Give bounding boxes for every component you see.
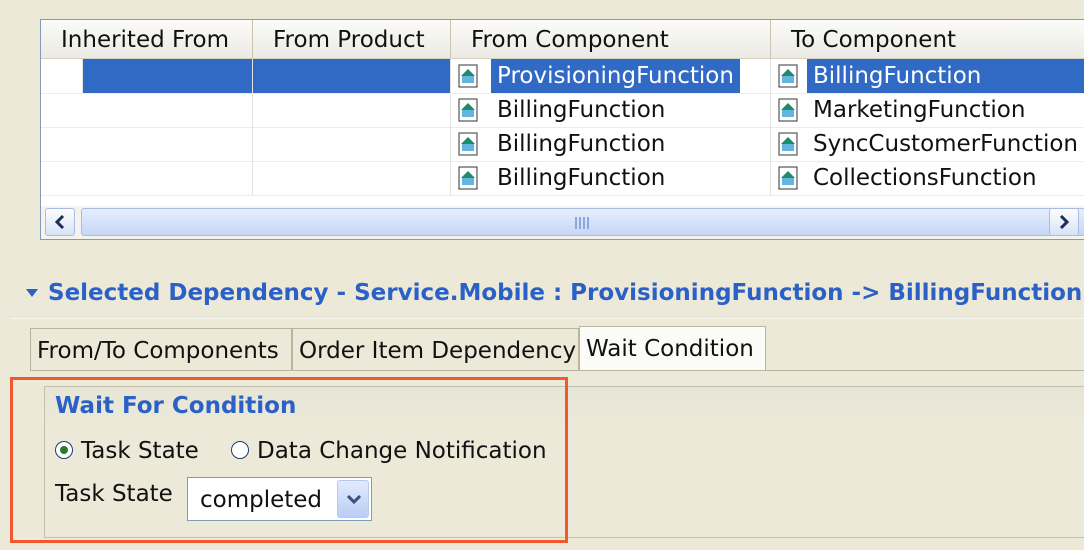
from-product-cell[interactable] <box>253 127 451 161</box>
inherited-from-cell[interactable] <box>83 59 253 93</box>
component-icon <box>458 98 478 122</box>
component-icon <box>458 64 478 88</box>
from-component-cell[interactable]: BillingFunction <box>451 161 771 195</box>
column-header-from-product[interactable]: From Product <box>253 20 451 58</box>
table-header: Inherited From From Product From Compone… <box>41 20 1084 59</box>
from-product-cell[interactable] <box>253 59 451 93</box>
tab-order-item-dependency[interactable]: Order Item Dependency <box>292 328 579 370</box>
from-component-label: BillingFunction <box>497 165 666 191</box>
inherited-from-cell[interactable] <box>41 161 253 195</box>
from-product-cell[interactable] <box>253 93 451 127</box>
tab-wait-condition[interactable]: Wait Condition <box>579 326 766 371</box>
to-component-label: BillingFunction <box>807 59 1084 93</box>
highlight-box <box>10 377 568 543</box>
divider <box>10 318 1084 319</box>
table-row[interactable]: BillingFunction CollectionsFunction <box>41 161 1084 196</box>
from-component-cell[interactable]: ProvisioningFunction <box>451 59 771 93</box>
inherited-from-cell[interactable] <box>41 127 253 161</box>
to-component-label: CollectionsFunction <box>813 165 1037 191</box>
table-row[interactable]: ProvisioningFunction BillingFunction <box>41 59 1084 94</box>
component-icon <box>778 98 798 122</box>
inherited-from-cell[interactable] <box>41 93 253 127</box>
from-component-label: BillingFunction <box>497 131 666 157</box>
from-component-label: BillingFunction <box>497 97 666 123</box>
from-component-cell[interactable]: BillingFunction <box>451 127 771 161</box>
to-component-cell[interactable]: SyncCustomerFunction <box>771 127 1084 161</box>
from-component-label: ProvisioningFunction <box>491 59 740 93</box>
to-component-cell[interactable]: CollectionsFunction <box>771 161 1084 195</box>
triangle-down-icon[interactable] <box>26 289 38 297</box>
component-icon <box>458 132 478 156</box>
grip-icon <box>575 217 591 229</box>
to-component-cell[interactable]: MarketingFunction <box>771 93 1084 127</box>
scroll-left-button[interactable] <box>45 208 75 236</box>
section-title: Selected Dependency - Service.Mobile : P… <box>48 280 1083 306</box>
from-product-cell[interactable] <box>253 161 451 195</box>
tab-divider <box>30 370 1084 371</box>
column-header-to-component[interactable]: To Component <box>771 20 1084 58</box>
component-icon <box>778 166 798 190</box>
horizontal-scrollbar[interactable] <box>41 206 1084 239</box>
table-row[interactable]: BillingFunction SyncCustomerFunction <box>41 127 1084 162</box>
chevron-left-icon <box>54 214 65 230</box>
to-component-cell[interactable]: BillingFunction <box>771 59 1084 93</box>
column-header-from-component[interactable]: From Component <box>451 20 771 58</box>
component-icon <box>778 64 798 88</box>
to-component-label: MarketingFunction <box>813 97 1026 123</box>
table-row[interactable]: BillingFunction MarketingFunction <box>41 93 1084 128</box>
scroll-thumb[interactable] <box>81 208 1084 236</box>
to-component-label: SyncCustomerFunction <box>813 131 1078 157</box>
row-gutter <box>41 59 83 93</box>
scroll-right-button[interactable] <box>1049 208 1079 236</box>
column-header-inherited-from[interactable]: Inherited From <box>41 20 253 58</box>
dependency-table: Inherited From From Product From Compone… <box>40 19 1084 240</box>
chevron-right-icon <box>1059 214 1070 230</box>
component-icon <box>778 132 798 156</box>
section-header[interactable]: Selected Dependency - Service.Mobile : P… <box>26 276 1082 310</box>
tab-from-to-components[interactable]: From/To Components <box>30 328 292 370</box>
component-icon <box>458 166 478 190</box>
from-component-cell[interactable]: BillingFunction <box>451 93 771 127</box>
